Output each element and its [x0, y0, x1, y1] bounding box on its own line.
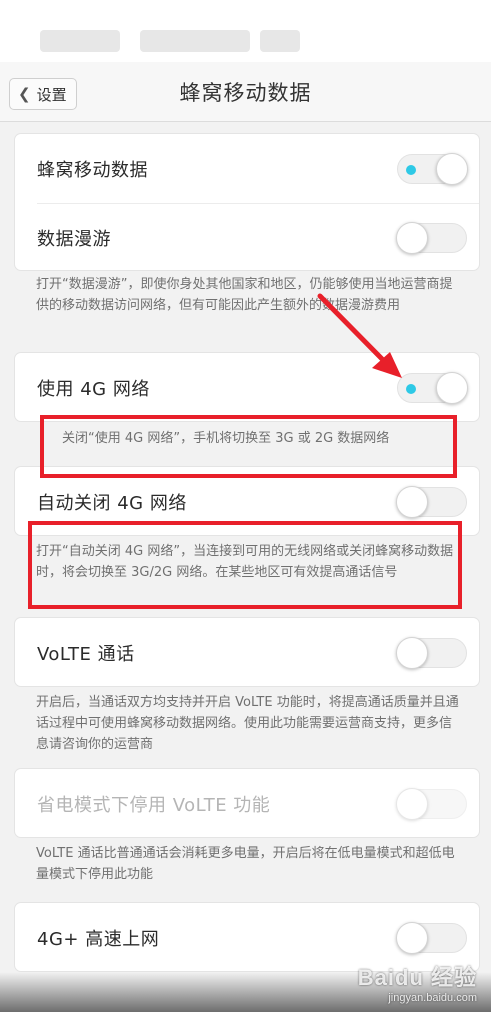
status-bar-blurred: [140, 30, 250, 52]
data-roaming-description: 打开“数据漫游”，即使你身处其他国家和地区，仍能够使用当地运营商提供的移动数据访…: [36, 277, 453, 313]
volte-card: VoLTE 通话: [14, 617, 480, 687]
setting-label: 数据漫游: [37, 229, 111, 250]
network-4g-card: 使用 4G 网络: [14, 352, 480, 422]
back-button[interactable]: ❮ 设置: [9, 78, 77, 110]
toggle-knob: [396, 922, 428, 954]
use-4g-toggle[interactable]: [397, 372, 468, 404]
setting-row-power-saving-volte: 省电模式下停用 VoLTE 功能: [15, 769, 481, 839]
toggle-knob: [436, 372, 468, 404]
toggle-on-indicator-icon: [406, 384, 416, 394]
setting-row-use-4g[interactable]: 使用 4G 网络: [15, 353, 481, 423]
volte-toggle[interactable]: [396, 637, 467, 669]
power-saving-volte-toggle: [396, 788, 467, 820]
toggle-knob: [396, 637, 428, 669]
setting-row-auto-close-4g[interactable]: 自动关闭 4G 网络: [15, 467, 481, 537]
setting-row-volte[interactable]: VoLTE 通话: [15, 618, 481, 688]
data-roaming-toggle[interactable]: [396, 222, 467, 254]
auto-close-4g-card: 自动关闭 4G 网络: [14, 466, 480, 536]
cellular-data-toggle[interactable]: [397, 153, 468, 185]
setting-label: 省电模式下停用 VoLTE 功能: [37, 795, 271, 816]
setting-label: 使用 4G 网络: [37, 379, 150, 400]
status-bar-blurred: [40, 30, 120, 52]
watermark: Baidu 经验 jingyan.baidu.com: [358, 960, 477, 1004]
setting-row-cellular-data[interactable]: 蜂窝移动数据: [15, 134, 481, 204]
navigation-bar: 蜂窝移动数据 ❮ 设置: [0, 62, 491, 122]
toggle-knob: [396, 486, 428, 518]
toggle-knob: [396, 788, 428, 820]
setting-label: 4G+ 高速上网: [37, 929, 160, 950]
setting-label: 自动关闭 4G 网络: [37, 493, 187, 514]
auto-close-4g-toggle[interactable]: [396, 486, 467, 518]
power-saving-volte-card: 省电模式下停用 VoLTE 功能: [14, 768, 480, 838]
setting-label: 蜂窝移动数据: [37, 160, 148, 181]
4g-plus-toggle[interactable]: [396, 922, 467, 954]
power-saving-volte-description: VoLTE 通话比普通通话会消耗更多电量，开启后将在低电量模式和超低电量模式下停…: [36, 846, 455, 882]
watermark-domain: jingyan.baidu.com: [388, 992, 477, 1004]
settings-screen: 蜂窝移动数据 ❮ 设置 蜂窝移动数据 数据漫游 打开“数据漫游”，即使你身处其他…: [0, 0, 491, 1012]
setting-label: VoLTE 通话: [37, 644, 135, 665]
chevron-left-icon: ❮: [18, 84, 31, 103]
setting-row-data-roaming[interactable]: 数据漫游: [15, 203, 481, 273]
toggle-knob: [396, 222, 428, 254]
status-bar: [0, 0, 491, 62]
toggle-knob: [436, 153, 468, 185]
status-bar-blurred: [260, 30, 300, 52]
auto-close-4g-description: 打开“自动关闭 4G 网络”，当连接到可用的无线网络或关闭蜂窝移动数据时，将会切…: [36, 544, 454, 580]
toggle-on-indicator-icon: [406, 165, 416, 175]
back-button-label: 设置: [36, 85, 67, 104]
volte-description: 开启后，当通话双方均支持并开启 VoLTE 功能时，将提高通话质量并且通话过程中…: [36, 695, 459, 752]
use-4g-description: 关闭“使用 4G 网络”，手机将切换至 3G 或 2G 数据网络: [62, 431, 390, 446]
cellular-settings-card: 蜂窝移动数据 数据漫游: [14, 133, 480, 271]
watermark-brand: Baidu 经验: [357, 965, 477, 990]
